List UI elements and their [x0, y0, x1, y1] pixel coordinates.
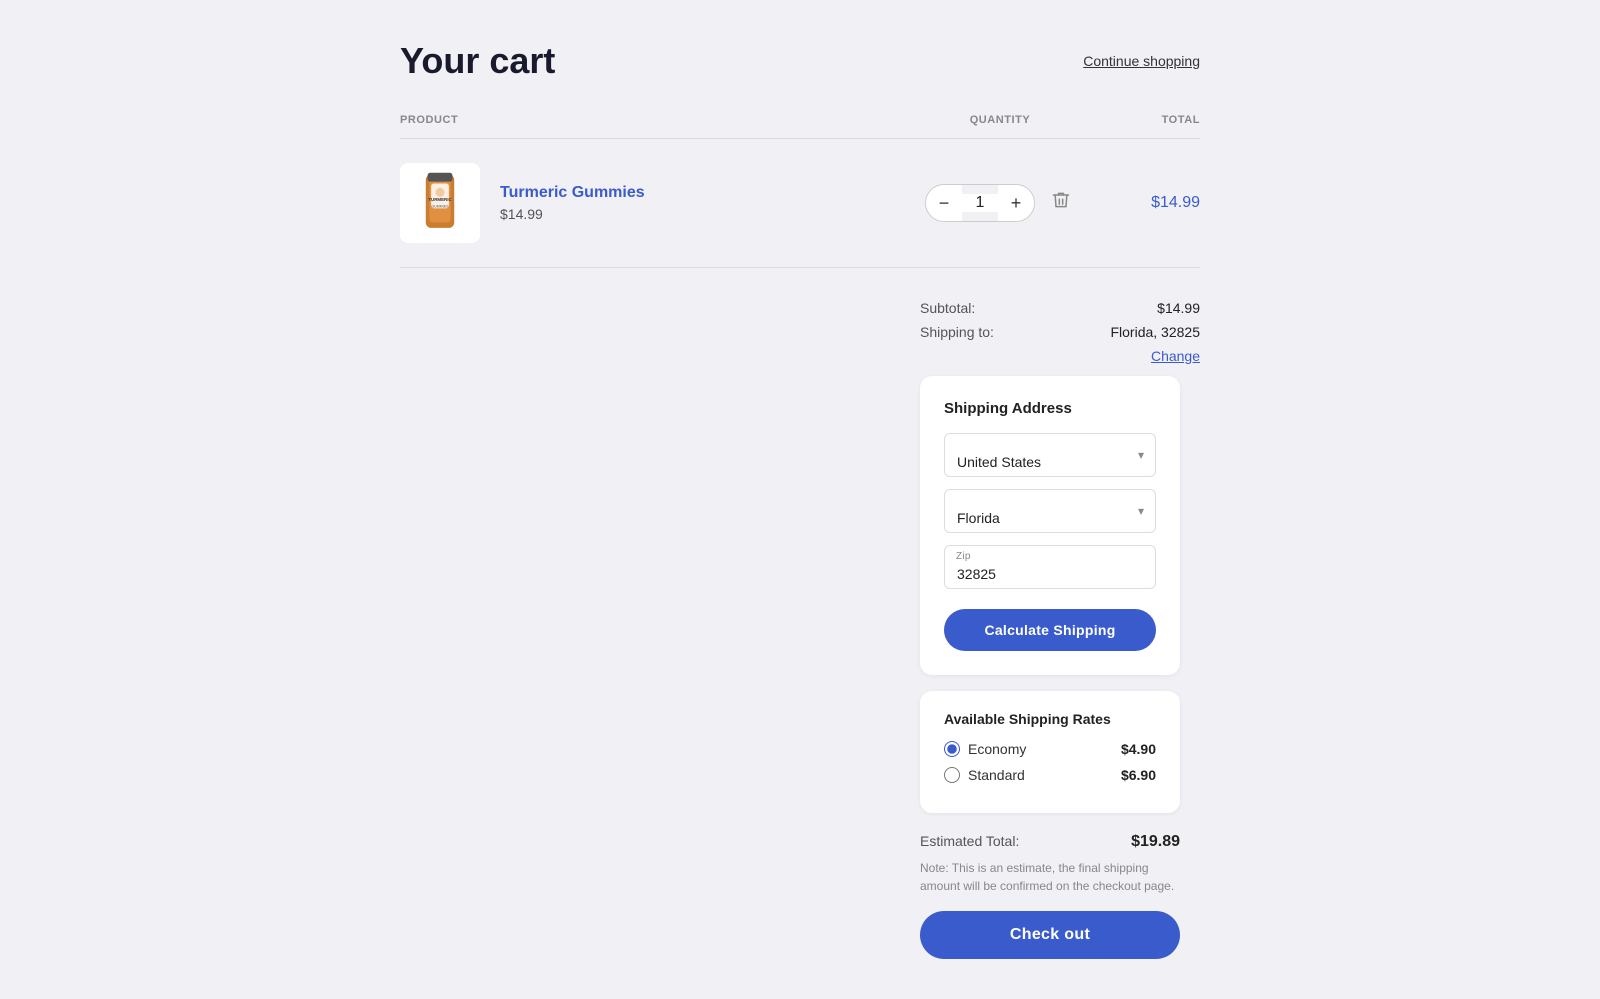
shipping-location: Florida, 32825: [1110, 324, 1200, 340]
page-title: Your cart: [400, 40, 555, 82]
quantity-decrease-button[interactable]: −: [926, 185, 962, 221]
rate-row-economy: Economy $4.90: [944, 741, 1156, 757]
shipping-address-box: Shipping Address Country United States S…: [920, 376, 1180, 675]
rate-standard-radio[interactable]: [944, 767, 960, 783]
shipping-address-title: Shipping Address: [944, 400, 1156, 417]
col-header-product: PRODUCT: [400, 114, 900, 126]
quantity-control: − +: [925, 184, 1035, 222]
estimated-label: Estimated Total:: [920, 833, 1019, 851]
country-select-wrapper: United States: [944, 433, 1156, 477]
country-select[interactable]: United States: [944, 433, 1156, 477]
subtotal-value: $14.99: [1157, 300, 1200, 316]
quantity-input[interactable]: [962, 194, 998, 212]
shipping-label: Shipping to:: [920, 324, 994, 340]
shipping-rates-box: Available Shipping Rates Economy $4.90 S…: [920, 691, 1180, 813]
shipping-rates-title: Available Shipping Rates: [944, 711, 1156, 727]
shipping-row: Shipping to: Florida, 32825: [920, 324, 1200, 340]
country-field: Country United States: [944, 433, 1156, 477]
rate-standard-label: Standard: [944, 767, 1025, 783]
summary-box: Subtotal: $14.99 Shipping to: Florida, 3…: [920, 300, 1200, 959]
change-shipping-link[interactable]: Change: [920, 348, 1200, 364]
rate-standard-name: Standard: [968, 767, 1025, 783]
product-name: Turmeric Gummies: [500, 184, 645, 202]
item-total-price: $14.99: [1100, 194, 1200, 212]
delete-item-button[interactable]: [1047, 186, 1075, 220]
table-header: PRODUCT QUANTITY TOTAL: [400, 114, 1200, 139]
svg-text:TURMERIC: TURMERIC: [428, 197, 452, 202]
state-select[interactable]: Florida: [944, 489, 1156, 533]
estimated-row: Estimated Total: $19.89: [920, 833, 1180, 851]
header-row: Your cart Continue shopping: [400, 40, 1200, 82]
svg-text:GUMMIES: GUMMIES: [432, 204, 450, 208]
trash-icon: [1051, 190, 1071, 210]
product-info: Turmeric Gummies $14.99: [500, 184, 645, 222]
continue-shopping-button[interactable]: Continue shopping: [1083, 53, 1200, 69]
table-row: TURMERIC GUMMIES Turmeric Gummies $14.99…: [400, 139, 1200, 268]
product-image-svg: TURMERIC GUMMIES: [412, 171, 468, 235]
state-select-wrapper: Florida: [944, 489, 1156, 533]
col-header-total: TOTAL: [1100, 114, 1200, 126]
rate-economy-price: $4.90: [1121, 741, 1156, 757]
cart-container: Your cart Continue shopping PRODUCT QUAN…: [400, 0, 1200, 999]
summary-section: Subtotal: $14.99 Shipping to: Florida, 3…: [400, 300, 1200, 959]
estimated-value: $19.89: [1131, 833, 1180, 851]
subtotal-row: Subtotal: $14.99: [920, 300, 1200, 316]
rate-economy-radio[interactable]: [944, 741, 960, 757]
item-product: TURMERIC GUMMIES Turmeric Gummies $14.99: [400, 163, 900, 243]
quantity-increase-button[interactable]: +: [998, 185, 1034, 221]
col-header-quantity: QUANTITY: [900, 114, 1100, 126]
zip-label: Zip: [956, 551, 971, 562]
product-image: TURMERIC GUMMIES: [400, 163, 480, 243]
checkout-button[interactable]: Check out: [920, 911, 1180, 959]
zip-field: Zip: [944, 545, 1156, 589]
page-wrapper: Your cart Continue shopping PRODUCT QUAN…: [0, 0, 1600, 999]
estimate-note: Note: This is an estimate, the final shi…: [920, 859, 1180, 895]
item-quantity: − +: [900, 184, 1100, 222]
rate-economy-label: Economy: [944, 741, 1026, 757]
product-price: $14.99: [500, 206, 645, 222]
rate-row-standard: Standard $6.90: [944, 767, 1156, 783]
calculate-shipping-button[interactable]: Calculate Shipping: [944, 609, 1156, 651]
rate-standard-price: $6.90: [1121, 767, 1156, 783]
estimated-total-section: Estimated Total: $19.89 Note: This is an…: [920, 833, 1180, 959]
state-field: State Florida: [944, 489, 1156, 533]
subtotal-label: Subtotal:: [920, 300, 975, 316]
zip-input[interactable]: [944, 545, 1156, 589]
rate-economy-name: Economy: [968, 741, 1026, 757]
